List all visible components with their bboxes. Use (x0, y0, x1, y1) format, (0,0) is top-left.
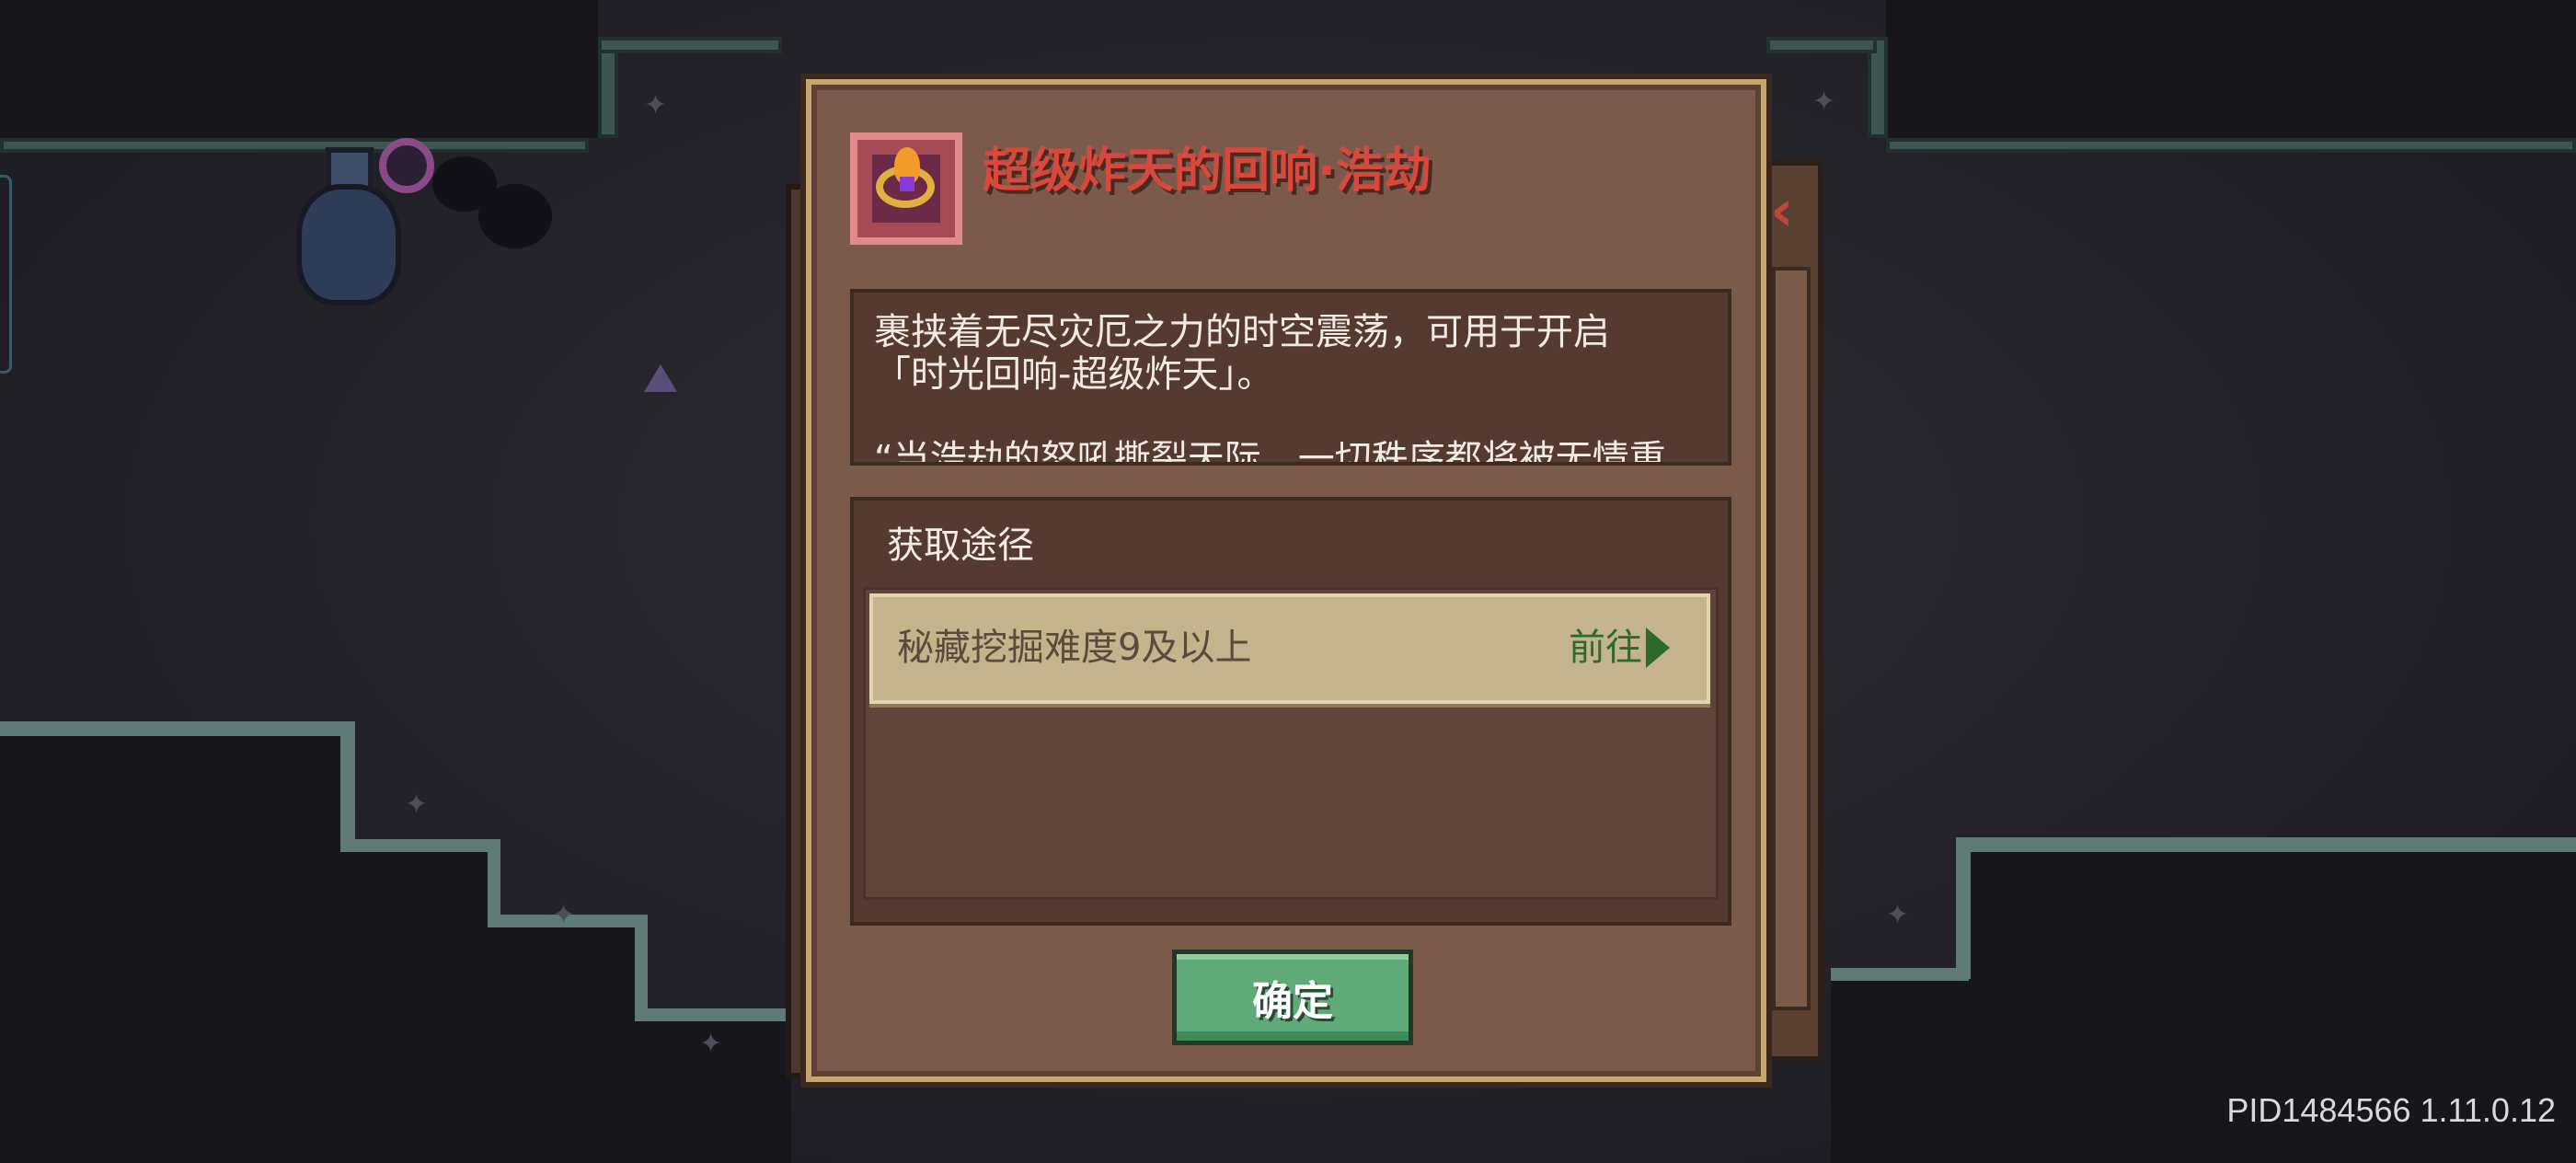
item-description: 裹挟着无尽灾厄之力的时空震荡，可用于开启 「时光回响-超级炸天」。 “当浩劫的怒… (874, 311, 1666, 466)
go-button-label: 前往 (1569, 627, 1642, 669)
crystal-shard-prop (644, 364, 677, 392)
floor-ledge (635, 915, 648, 1016)
sparkle-icon: ✦ (644, 89, 668, 121)
go-button[interactable]: 前往 (1569, 619, 1670, 676)
floor-ledge (0, 721, 350, 736)
echo-orb-icon (850, 132, 962, 245)
source-title: 获取途径 (887, 524, 1034, 567)
source-panel: 获取途径 秘藏挖掘难度9及以上 前往 (850, 497, 1731, 926)
vase-prop (293, 147, 401, 305)
wall-ledge (1886, 138, 2576, 153)
bottom-wall-left-step (350, 846, 497, 1163)
item-title: 超级炸天的回响·浩劫 (983, 144, 1432, 199)
floor-ledge (340, 721, 355, 850)
floor-ledge (340, 839, 497, 852)
side-tab-edge[interactable] (0, 175, 12, 374)
bottom-wall-left (0, 736, 350, 1163)
background-panel (1766, 160, 1823, 1062)
version-text: PID1484566 1.11.0.12 (2226, 1091, 2556, 1129)
wall-ledge (598, 37, 782, 53)
top-wall-left (0, 0, 598, 138)
floor-ledge (1831, 968, 1969, 981)
confirm-button[interactable]: 确定 (1172, 950, 1413, 1045)
sparkle-icon: ✦ (405, 789, 429, 821)
floor-ledge (1956, 837, 1971, 979)
floor-ledge (635, 1008, 791, 1021)
source-entry: 秘藏挖掘难度9及以上 前往 (869, 593, 1710, 704)
floor-ledge (1969, 837, 2576, 852)
source-list: 秘藏挖掘难度9及以上 前往 (863, 587, 1719, 900)
wall-ledge (1766, 37, 1877, 53)
sparkle-icon: ✦ (1812, 86, 1836, 118)
purple-ring-prop (379, 138, 434, 193)
source-entry-label: 秘藏挖掘难度9及以上 (897, 627, 1252, 669)
top-wall-right (1886, 0, 2576, 138)
bottom-wall-left-step (497, 920, 644, 1163)
item-description-box[interactable]: 裹挟着无尽灾厄之力的时空震荡，可用于开启 「时光回响-超级炸天」。 “当浩劫的怒… (850, 289, 1731, 466)
confirm-button-label: 确定 (1252, 978, 1333, 1025)
floor-ledge (488, 839, 500, 924)
bottom-wall-right-step (1831, 975, 1969, 1163)
item-info-dialog: 超级炸天的回响·浩劫 裹挟着无尽灾厄之力的时空震荡，可用于开启 「时光回响-超级… (806, 79, 1766, 1082)
sparkle-icon: ✦ (1886, 899, 1910, 931)
sparkle-icon: ✦ (699, 1028, 723, 1060)
play-arrow-icon (1646, 628, 1670, 668)
shadow-blob (478, 184, 552, 248)
sparkle-icon: ✦ (552, 899, 576, 931)
background-close-icon[interactable]: ‹ (1770, 177, 1794, 244)
game-scene: ✦ ✦ ✦ ✦ ✦ ✦ ‹ 超级炸天的回响·浩劫 裹挟着无尽灾厄之力的时空震荡，… (0, 0, 2576, 1163)
